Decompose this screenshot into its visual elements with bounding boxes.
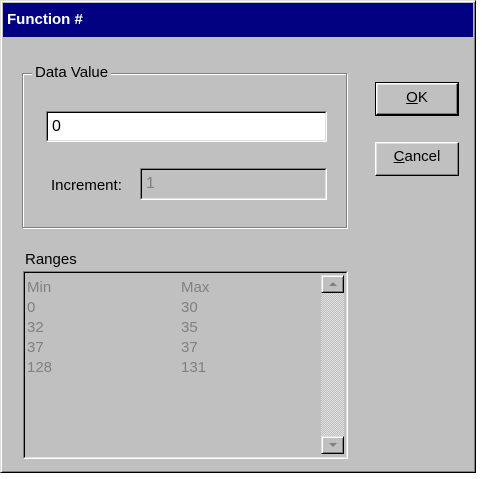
list-item-min[interactable]: 32 <box>27 318 52 338</box>
list-item-min[interactable]: 128 <box>27 358 52 378</box>
increment-input <box>142 170 325 198</box>
cancel-button-label: Cancel <box>393 148 441 165</box>
data-value-groupbox <box>22 73 347 228</box>
list-item-max[interactable]: 37 <box>181 338 209 358</box>
list-item-min[interactable]: 0 <box>27 298 52 318</box>
function-dialog: Function # Data Value Increment: OK Canc… <box>0 0 476 473</box>
increment-label: Increment: <box>51 177 122 194</box>
data-value-input[interactable] <box>48 113 325 140</box>
list-item-max[interactable]: 131 <box>181 358 209 378</box>
ranges-label: Ranges <box>25 251 77 268</box>
ranges-min-column: Min 0 32 37 128 <box>27 278 52 378</box>
data-value-input-frame <box>46 111 327 142</box>
scroll-up-button[interactable] <box>321 275 344 293</box>
ok-button[interactable]: OK <box>375 82 459 116</box>
ranges-scrollbar[interactable] <box>321 275 344 454</box>
list-item-max[interactable]: 35 <box>181 318 209 338</box>
min-column-header: Min <box>27 279 52 296</box>
ranges-list-frame: Min 0 32 37 128 Max 30 35 37 131 <box>23 271 348 459</box>
data-value-group-label: Data Value <box>32 65 112 81</box>
list-item-min[interactable]: 37 <box>27 338 52 358</box>
max-column-header: Max <box>181 279 210 296</box>
arrow-down-icon <box>328 443 337 447</box>
scroll-down-button[interactable] <box>321 436 344 454</box>
cancel-button[interactable]: Cancel <box>375 142 459 176</box>
ok-button-label: OK <box>406 89 428 106</box>
arrow-up-icon <box>328 282 337 286</box>
window-title: Function # <box>3 3 473 37</box>
list-item-max[interactable]: 30 <box>181 298 209 318</box>
increment-input-frame <box>140 168 327 200</box>
ranges-list[interactable]: Min 0 32 37 128 Max 30 35 37 131 <box>25 273 316 457</box>
ranges-max-column: Max 30 35 37 131 <box>181 278 209 378</box>
